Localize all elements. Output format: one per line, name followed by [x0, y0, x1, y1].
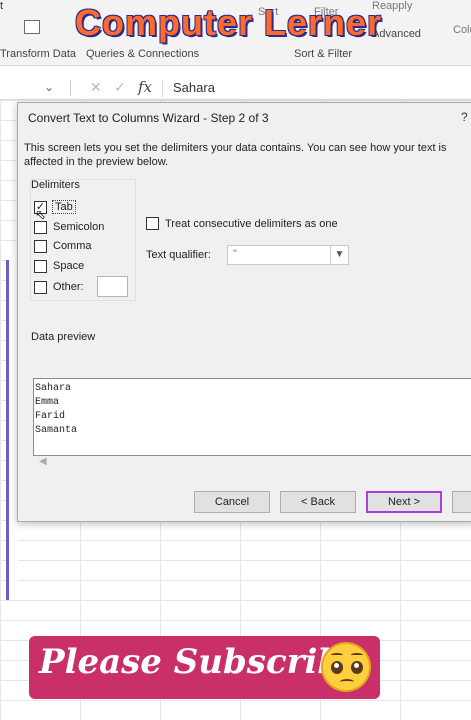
- data-preview-box[interactable]: Sahara Emma Farid Samanta: [33, 378, 471, 456]
- cancel-button[interactable]: Cancel: [194, 491, 270, 513]
- ribbon-group-queries: Queries & Connections: [86, 48, 200, 60]
- subscribe-banner: Please Subscribe: [29, 636, 380, 699]
- formula-bar-divider: [70, 80, 71, 96]
- insert-function-icon[interactable]: fx: [138, 78, 152, 96]
- brow-right: [351, 653, 363, 657]
- delimiters-title: Delimiters: [31, 179, 80, 191]
- formula-bar: ⌄ ✕ ✓ fx Sahara: [0, 76, 471, 100]
- eye-right: [351, 661, 363, 674]
- data-preview-label: Data preview: [31, 331, 96, 343]
- checkbox-comma[interactable]: [34, 239, 47, 253]
- delimiter-other[interactable]: Other:: [34, 279, 84, 295]
- consecutive-delimiters-label: Treat consecutive delimiters as one: [165, 217, 338, 230]
- brow-left: [331, 653, 343, 657]
- delimiter-other-label: Other:: [53, 281, 84, 293]
- delimiter-comma[interactable]: Comma: [34, 238, 92, 254]
- next-button[interactable]: Next >: [366, 491, 442, 513]
- delimiter-semicolon-label: Semicolon: [53, 221, 105, 233]
- delimiter-comma-label: Comma: [53, 240, 92, 252]
- preview-horizontal-scrollbar[interactable]: ◀: [33, 456, 471, 470]
- formula-input[interactable]: Sahara: [162, 80, 471, 97]
- eye-left: [331, 661, 343, 674]
- text-to-columns-dialog: Convert Text to Columns Wizard - Step 2 …: [17, 102, 471, 522]
- mouth: [340, 679, 354, 685]
- checkbox-space[interactable]: [34, 259, 47, 273]
- text-to-columns-button[interactable]: Colu: [453, 24, 471, 36]
- text-qualifier-select[interactable]: " ▼: [227, 245, 349, 265]
- help-button[interactable]: ?: [461, 110, 468, 124]
- delimiter-tab-label: Tab: [52, 200, 76, 214]
- preview-row: Emma: [35, 397, 60, 408]
- dialog-description: This screen lets you set the delimiters …: [24, 142, 447, 168]
- dialog-title: Convert Text to Columns Wizard - Step 2 …: [28, 111, 269, 125]
- text-qualifier-label: Text qualifier:: [146, 249, 211, 261]
- preview-row: Farid: [35, 411, 66, 422]
- name-box-dropdown-icon[interactable]: ⌄: [44, 80, 54, 94]
- pleading-face-icon: [321, 642, 371, 692]
- preview-row: Sahara: [35, 383, 72, 394]
- get-data-icon[interactable]: [24, 20, 40, 34]
- checkbox-other[interactable]: [34, 280, 47, 294]
- text-qualifier-value: ": [233, 248, 237, 260]
- scroll-left-icon[interactable]: ◀: [39, 456, 47, 467]
- ribbon-group-sort-filter: Sort & Filter: [294, 48, 353, 60]
- chevron-down-icon[interactable]: ▼: [330, 246, 348, 264]
- brand-watermark: Computer Lerner: [75, 2, 383, 43]
- ribbon-group-transform: Transform Data: [0, 48, 77, 60]
- ribbon: t Transform Data Queries & Connections S…: [0, 0, 471, 66]
- other-delimiter-input[interactable]: [97, 276, 128, 297]
- subscribe-text: Please Subscribe: [39, 642, 363, 682]
- checkbox-semicolon[interactable]: [34, 220, 47, 234]
- preview-row: Samanta: [35, 425, 78, 436]
- consecutive-delimiters-option[interactable]: Treat consecutive delimiters as one: [146, 217, 338, 230]
- delimiter-space[interactable]: Space: [34, 258, 84, 274]
- checkbox-consecutive[interactable]: [146, 217, 159, 230]
- back-button[interactable]: < Back: [280, 491, 356, 513]
- ribbon-fragment-left: t: [0, 0, 4, 12]
- finish-button[interactable]: [452, 491, 471, 513]
- delimiter-semicolon[interactable]: Semicolon: [34, 219, 104, 235]
- confirm-entry-icon[interactable]: ✓: [114, 79, 126, 96]
- delimiter-space-label: Space: [53, 260, 85, 272]
- cancel-entry-icon[interactable]: ✕: [90, 79, 102, 96]
